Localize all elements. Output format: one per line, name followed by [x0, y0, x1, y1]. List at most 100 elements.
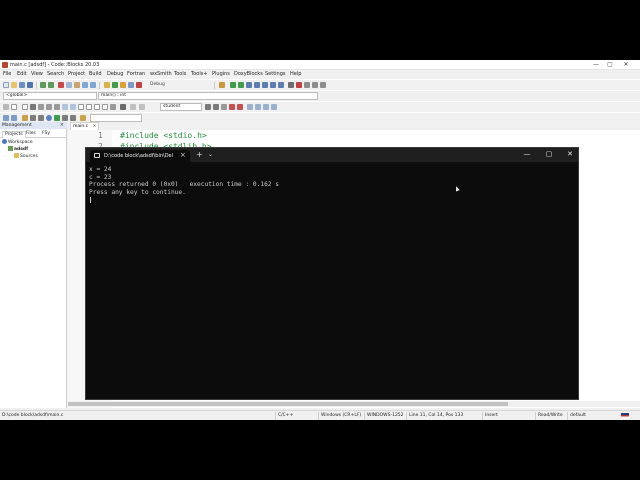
debug-tool-icon-5[interactable] — [38, 115, 44, 121]
next-instruction-icon[interactable] — [270, 82, 276, 88]
menu-tools[interactable]: Tools — [174, 71, 186, 77]
toggle-comment-icon[interactable] — [30, 104, 36, 110]
debug-tool-icon-1[interactable] — [3, 115, 9, 121]
nav-icon-1[interactable] — [247, 104, 253, 110]
select-all-icon[interactable] — [70, 104, 76, 110]
debug-run-icon[interactable] — [230, 82, 236, 88]
menu-doxyblocks[interactable]: DoxyBlocks — [234, 71, 263, 77]
scrollbar-thumb[interactable] — [68, 402, 508, 406]
symbol-c-icon[interactable] — [139, 104, 145, 110]
find-icon[interactable] — [82, 82, 88, 88]
paste-icon[interactable] — [74, 82, 80, 88]
debug-info-icon[interactable] — [312, 82, 318, 88]
function-combo[interactable]: main() : int — [98, 92, 318, 100]
menu-build[interactable]: Build — [89, 71, 102, 77]
menu-project[interactable]: Project — [68, 71, 85, 77]
cut-icon[interactable] — [58, 82, 64, 88]
next-bookmark-icon[interactable] — [94, 104, 100, 110]
console-tab-close-icon[interactable]: × — [180, 151, 186, 159]
prev-bookmark-icon[interactable] — [86, 104, 92, 110]
arrow-left-icon[interactable] — [229, 104, 235, 110]
debug-tool-icon-9[interactable] — [70, 115, 76, 121]
find-in-files-icon[interactable] — [205, 104, 211, 110]
menu-help[interactable]: Help — [290, 71, 301, 77]
menu-settings[interactable]: Settings — [265, 71, 286, 77]
close-button[interactable]: ✕ — [620, 61, 632, 68]
clear-bookmarks-icon[interactable] — [102, 104, 108, 110]
debug-tool-icon-4[interactable] — [30, 115, 36, 121]
editor-tab-close-icon[interactable]: × — [93, 124, 97, 129]
comment-icon[interactable] — [11, 104, 17, 110]
toolbar-extra-icon[interactable] — [221, 104, 227, 110]
zoom-icon[interactable] — [120, 104, 126, 110]
debug-tool-icon-6[interactable] — [46, 115, 52, 121]
highlight-icon[interactable] — [54, 104, 60, 110]
menu-debug[interactable]: Debug — [107, 71, 123, 77]
tree-project[interactable]: adsdf — [8, 146, 28, 153]
console-maximize-button[interactable]: ▢ — [542, 150, 556, 158]
management-close-button[interactable]: × — [60, 122, 64, 128]
debug-settings-icon[interactable] — [320, 82, 326, 88]
menu-fortran[interactable]: Fortran — [127, 71, 145, 77]
uncomment-icon[interactable] — [22, 104, 28, 110]
target-combo[interactable]: student — [160, 103, 202, 111]
run-icon[interactable] — [112, 82, 118, 88]
tree-sources-folder[interactable]: Sources — [14, 153, 38, 160]
debug-tool-icon-3[interactable] — [22, 115, 28, 121]
title-bar[interactable]: main.c [adsdf] - Code::Blocks 20.03 — ▢ … — [0, 60, 640, 70]
tab-fsymbols[interactable]: FSy — [40, 131, 52, 136]
horizontal-scrollbar[interactable] — [68, 401, 640, 407]
next-line-icon[interactable] — [246, 82, 252, 88]
nav-icon-3[interactable] — [263, 104, 269, 110]
debug-combo[interactable] — [90, 114, 142, 122]
menu-wxsmith[interactable]: wxSmith — [150, 71, 172, 77]
debug-tool-icon-8[interactable] — [62, 115, 68, 121]
box-comment-icon[interactable] — [46, 104, 52, 110]
nav-icon-4[interactable] — [271, 104, 277, 110]
maximize-button[interactable]: ▢ — [604, 61, 616, 68]
stream-comment-icon[interactable] — [38, 104, 44, 110]
debug-tool-icon-7[interactable] — [54, 115, 60, 121]
scope-combo[interactable]: <global> — [3, 92, 97, 100]
console-window[interactable]: D:\code block\adsdf\bin\Del × + ⌄ — ▢ ✕ … — [85, 147, 579, 400]
copy-icon[interactable] — [66, 82, 72, 88]
menu-search[interactable]: Search — [47, 71, 64, 77]
match-brace-icon[interactable] — [110, 104, 116, 110]
minimize-button[interactable]: — — [590, 61, 602, 68]
menu-view[interactable]: View — [31, 71, 43, 77]
console-output[interactable]: x = 24 c = 23 Process returned 0 (0x0) exe… — [89, 166, 279, 196]
tab-files[interactable]: Files — [24, 131, 38, 136]
stop-debugger-icon[interactable] — [296, 82, 302, 88]
chevron-down-icon[interactable]: ⌄ — [208, 151, 213, 158]
abort-icon[interactable] — [136, 82, 142, 88]
menu-plugins[interactable]: Plugins — [212, 71, 230, 77]
nav-icon-2[interactable] — [255, 104, 261, 110]
tree-workspace[interactable]: Workspace — [2, 139, 33, 146]
jump-back-icon[interactable] — [3, 104, 9, 110]
debug-icon[interactable] — [219, 82, 225, 88]
new-tab-icon[interactable]: + — [196, 150, 203, 159]
step-instruction-icon[interactable] — [278, 82, 284, 88]
undo-icon[interactable] — [40, 82, 46, 88]
find-next-icon[interactable] — [213, 104, 219, 110]
arrow-right-icon[interactable] — [237, 104, 243, 110]
redo-icon[interactable] — [48, 82, 54, 88]
console-minimize-button[interactable]: — — [520, 150, 534, 158]
build-run-icon[interactable] — [120, 82, 126, 88]
menu-edit[interactable]: Edit — [17, 71, 27, 77]
debug-tool-icon-10[interactable] — [80, 115, 86, 121]
console-title-bar[interactable]: D:\code block\adsdf\bin\Del × + ⌄ — ▢ ✕ — [86, 148, 578, 162]
menu-file[interactable]: File — [3, 71, 11, 77]
debug-tool-icon-2[interactable] — [11, 115, 17, 121]
build-icon[interactable] — [104, 82, 110, 88]
open-folder-icon[interactable] — [11, 82, 17, 88]
debug-windows-icon[interactable] — [304, 82, 310, 88]
select-icon[interactable] — [62, 104, 68, 110]
new-file-icon[interactable] — [3, 82, 9, 88]
replace-icon[interactable] — [90, 82, 96, 88]
menu-tools-plus[interactable]: Tools+ — [191, 71, 208, 77]
bookmark-icon[interactable] — [78, 104, 84, 110]
symbol-s-icon[interactable] — [130, 104, 136, 110]
console-tab[interactable]: D:\code block\adsdf\bin\Del × — [90, 150, 190, 162]
save-all-icon[interactable] — [27, 82, 33, 88]
